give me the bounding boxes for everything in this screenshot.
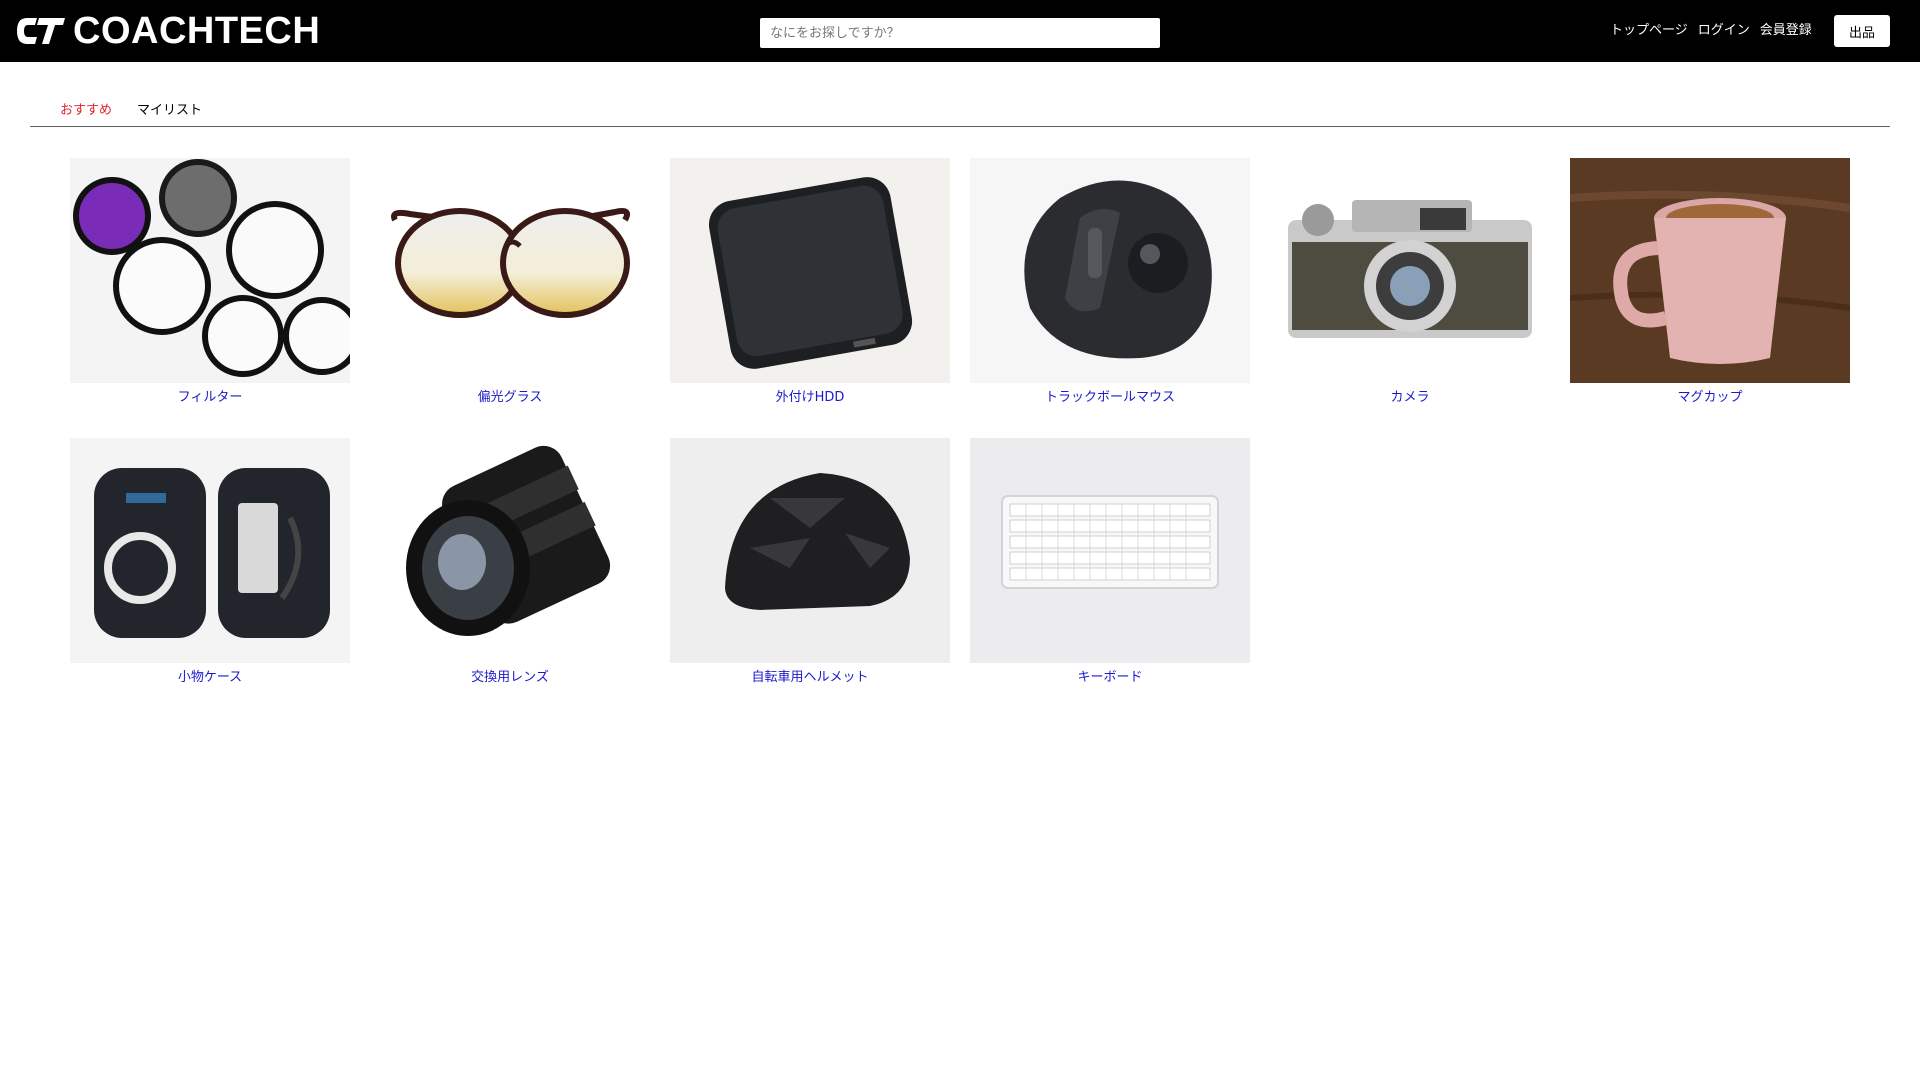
item-name: 偏光グラス [477,390,543,405]
item-card[interactable]: フィルター [70,158,350,408]
item-name: 小物ケース [177,670,243,685]
helmet-photo-icon [670,438,950,663]
item-name: フィルター [177,390,243,405]
item-card[interactable]: 外付けHDD [670,158,950,408]
sell-button[interactable]: 出品 [1834,15,1890,47]
glasses-photo-icon [370,158,650,383]
pouch-photo-icon [70,438,350,663]
item-card[interactable]: マグカップ [1570,158,1850,408]
tab-mylist[interactable]: マイリスト [137,102,202,120]
nav-register-link[interactable]: 会員登録 [1760,22,1812,40]
header-nav: トップページ ログイン 会員登録 [1610,22,1812,40]
camera-photo-icon [1270,158,1550,383]
item-tabs: おすすめ マイリスト [30,98,1890,127]
item-name: トラックボールマウス [1044,390,1175,405]
item-name: 交換用レンズ [471,670,549,685]
mug-photo-icon [1570,158,1850,383]
nav-top-page-link[interactable]: トップページ [1610,22,1688,40]
lens-photo-icon [370,438,650,663]
search-input[interactable] [760,18,1160,48]
filters-photo-icon [70,158,350,383]
keyboard-photo-icon [970,438,1250,663]
item-name: キーボード [1077,670,1143,685]
logo-text: COACHTECH [73,10,321,52]
item-card[interactable]: トラックボールマウス [970,158,1250,408]
tab-recommended[interactable]: おすすめ [60,102,112,120]
item-card[interactable]: 自転車用ヘルメット [670,438,950,688]
item-name: 外付けHDD [775,390,845,405]
item-card[interactable]: キーボード [970,438,1250,688]
item-card[interactable]: 小物ケース [70,438,350,688]
trackball-mouse-photo-icon [970,158,1250,383]
logo[interactable]: COACHTECH [15,10,321,52]
item-card[interactable]: 偏光グラス [370,158,650,408]
item-name: マグカップ [1677,390,1743,405]
logo-mark-icon [17,18,65,44]
hdd-photo-icon [670,158,950,383]
item-name: カメラ [1390,390,1430,405]
header: COACHTECH トップページ ログイン 会員登録 出品 [0,0,1920,62]
item-card[interactable]: カメラ [1270,158,1550,408]
item-card[interactable]: 交換用レンズ [370,438,650,688]
nav-login-link[interactable]: ログイン [1698,22,1750,40]
item-name: 自転車用ヘルメット [751,670,869,685]
